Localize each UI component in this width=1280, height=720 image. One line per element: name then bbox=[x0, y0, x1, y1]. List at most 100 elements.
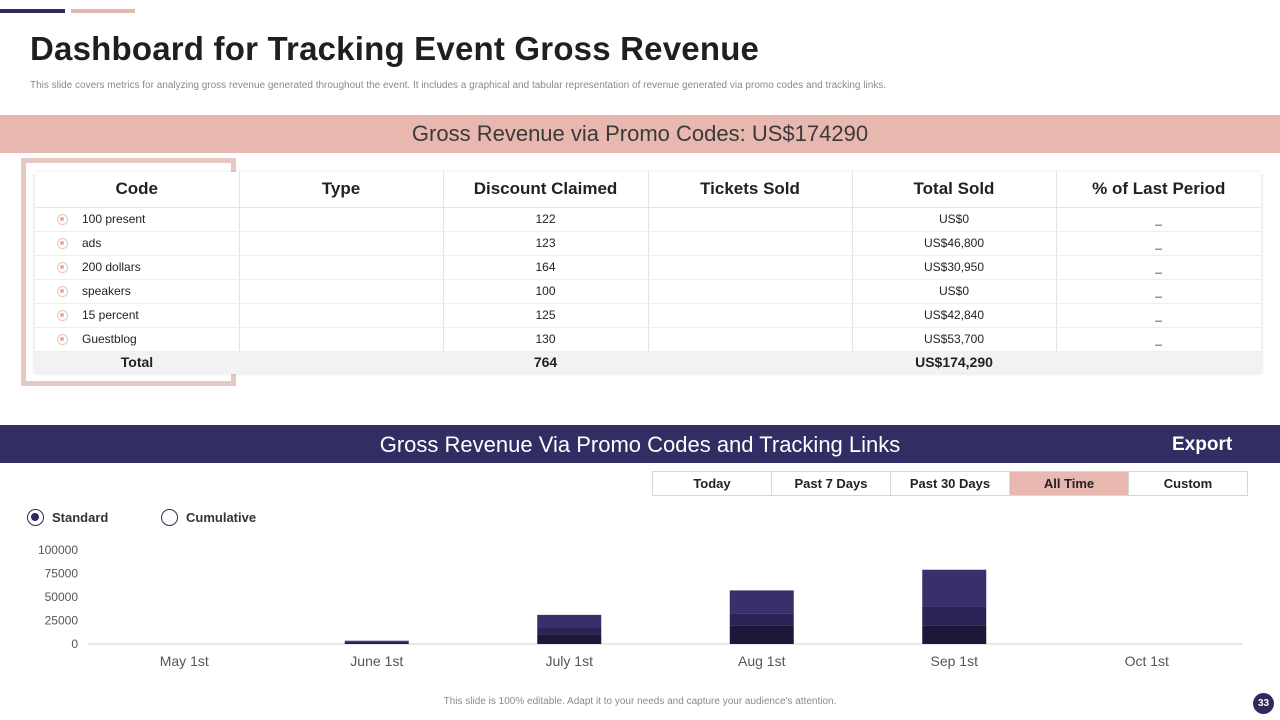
code-label: speakers bbox=[82, 284, 131, 298]
table-header-row: Code Type Discount Claimed Tickets Sold … bbox=[35, 172, 1261, 208]
discount-cell: 130 bbox=[443, 327, 649, 352]
type-cell bbox=[239, 303, 444, 328]
discount-cell: 164 bbox=[443, 255, 649, 280]
table-row: 100 present 122 US$0 _ bbox=[35, 207, 1261, 232]
y-tick-label: 0 bbox=[71, 637, 78, 651]
bullet-icon bbox=[57, 262, 68, 274]
y-tick-label: 25000 bbox=[45, 614, 79, 628]
total-pct-cell bbox=[1056, 351, 1261, 374]
time-range-tabs: Today Past 7 Days Past 30 Days All Time … bbox=[652, 471, 1248, 496]
discount-cell: 123 bbox=[443, 231, 649, 256]
bullet-icon bbox=[57, 286, 68, 298]
total-cell: US$30,950 bbox=[852, 255, 1057, 280]
type-cell bbox=[239, 279, 444, 304]
promo-revenue-heading: Gross Revenue via Promo Codes: US$174290 bbox=[411, 121, 869, 146]
code-label: 200 dollars bbox=[82, 260, 141, 274]
promo-codes-table: Code Type Discount Claimed Tickets Sold … bbox=[35, 172, 1261, 374]
total-row: Total 764 US$174,290 bbox=[35, 351, 1261, 374]
page-number: 33 bbox=[1253, 693, 1274, 714]
x-tick-label: July 1st bbox=[546, 653, 594, 669]
type-cell bbox=[239, 207, 444, 232]
bar-segment bbox=[344, 641, 409, 644]
column-header-total-sold: Total Sold bbox=[852, 172, 1057, 208]
bar-segment bbox=[922, 606, 987, 626]
column-header-code: Code bbox=[35, 172, 240, 208]
radio-selected-icon bbox=[27, 509, 44, 526]
code-cell: 200 dollars bbox=[35, 255, 240, 280]
column-header-pct-last-period: % of Last Period bbox=[1056, 172, 1261, 208]
column-header-discount-claimed: Discount Claimed bbox=[443, 172, 649, 208]
tickets-cell bbox=[648, 255, 853, 280]
bar-segment bbox=[922, 625, 987, 644]
tracking-revenue-banner: Gross Revenue Via Promo Codes and Tracki… bbox=[0, 425, 1280, 463]
code-cell: 15 percent bbox=[35, 303, 240, 328]
accent-bar-dark bbox=[0, 9, 65, 13]
tab-past-30-days[interactable]: Past 30 Days bbox=[891, 472, 1010, 495]
y-tick-label: 50000 bbox=[45, 590, 79, 604]
table-row: 200 dollars 164 US$30,950 _ bbox=[35, 255, 1261, 280]
bar-segment bbox=[922, 569, 987, 607]
total-label: Total bbox=[35, 351, 239, 374]
total-cell: US$46,800 bbox=[852, 231, 1057, 256]
code-label: ads bbox=[82, 236, 102, 250]
tracking-revenue-heading: Gross Revenue Via Promo Codes and Tracki… bbox=[379, 432, 901, 457]
total-discount: 764 bbox=[443, 351, 648, 374]
type-cell bbox=[239, 327, 444, 352]
tickets-cell bbox=[648, 303, 853, 328]
bar-segment bbox=[537, 634, 602, 644]
page-title: Dashboard for Tracking Event Gross Reven… bbox=[30, 30, 760, 67]
type-cell bbox=[239, 231, 444, 256]
revenue-bar-chart: 0 25000 50000 75000 100000 May 1st June 1st Jul… bbox=[38, 543, 1243, 669]
x-tick-label: May 1st bbox=[160, 653, 209, 669]
bar-segment bbox=[729, 590, 794, 614]
code-cell: 100 present bbox=[35, 207, 240, 232]
table-row: speakers 100 US$0 _ bbox=[35, 279, 1261, 304]
type-cell bbox=[239, 255, 444, 280]
total-cell: US$0 bbox=[852, 279, 1057, 304]
x-tick-label: June 1st bbox=[350, 653, 403, 669]
footer-note: This slide is 100% editable. Adapt it to… bbox=[443, 696, 837, 707]
discount-cell: 125 bbox=[443, 303, 649, 328]
bullet-icon bbox=[57, 334, 68, 346]
x-tick-label: Oct 1st bbox=[1125, 653, 1169, 669]
pct-cell: _ bbox=[1056, 279, 1261, 304]
cumulative-radio[interactable]: Cumulative bbox=[161, 509, 256, 526]
bullet-icon bbox=[57, 214, 68, 226]
bullet-icon bbox=[57, 238, 68, 250]
discount-cell: 100 bbox=[443, 279, 649, 304]
pct-cell: _ bbox=[1056, 231, 1261, 256]
bullet-icon bbox=[57, 310, 68, 322]
pct-cell: _ bbox=[1056, 303, 1261, 328]
bar-segment bbox=[729, 613, 794, 626]
standard-radio[interactable]: Standard bbox=[27, 509, 108, 526]
page-subtitle: This slide covers metrics for analyzing … bbox=[30, 80, 887, 91]
table-row: 15 percent 125 US$42,840 _ bbox=[35, 303, 1261, 328]
code-cell: ads bbox=[35, 231, 240, 256]
tab-today[interactable]: Today bbox=[653, 472, 772, 495]
x-tick-label: Sep 1st bbox=[931, 653, 979, 669]
column-header-tickets-sold: Tickets Sold bbox=[648, 172, 853, 208]
table-row: Guestblog 130 US$53,700 _ bbox=[35, 327, 1261, 352]
tab-all-time[interactable]: All Time bbox=[1010, 472, 1129, 495]
tickets-cell bbox=[648, 327, 853, 352]
bar-segment bbox=[344, 643, 409, 644]
discount-cell: 122 bbox=[443, 207, 649, 232]
bar-segment bbox=[537, 627, 602, 635]
tickets-cell bbox=[648, 279, 853, 304]
accent-bar-pink bbox=[71, 9, 135, 13]
standard-radio-label: Standard bbox=[52, 510, 109, 525]
tickets-cell bbox=[648, 231, 853, 256]
total-sold: US$174,290 bbox=[852, 351, 1056, 374]
pct-cell: _ bbox=[1056, 207, 1261, 232]
pct-cell: _ bbox=[1056, 327, 1261, 352]
tab-custom[interactable]: Custom bbox=[1129, 472, 1247, 495]
tab-past-7-days[interactable]: Past 7 Days bbox=[772, 472, 891, 495]
code-label: 15 percent bbox=[82, 308, 139, 322]
x-tick-label: Aug 1st bbox=[738, 653, 786, 669]
export-button[interactable]: Export bbox=[1172, 434, 1232, 456]
total-cell: US$0 bbox=[852, 207, 1057, 232]
bar-segment bbox=[729, 625, 794, 644]
promo-revenue-banner: Gross Revenue via Promo Codes: US$174290 bbox=[0, 115, 1280, 153]
total-cell: US$42,840 bbox=[852, 303, 1057, 328]
bar-segment bbox=[344, 640, 409, 642]
